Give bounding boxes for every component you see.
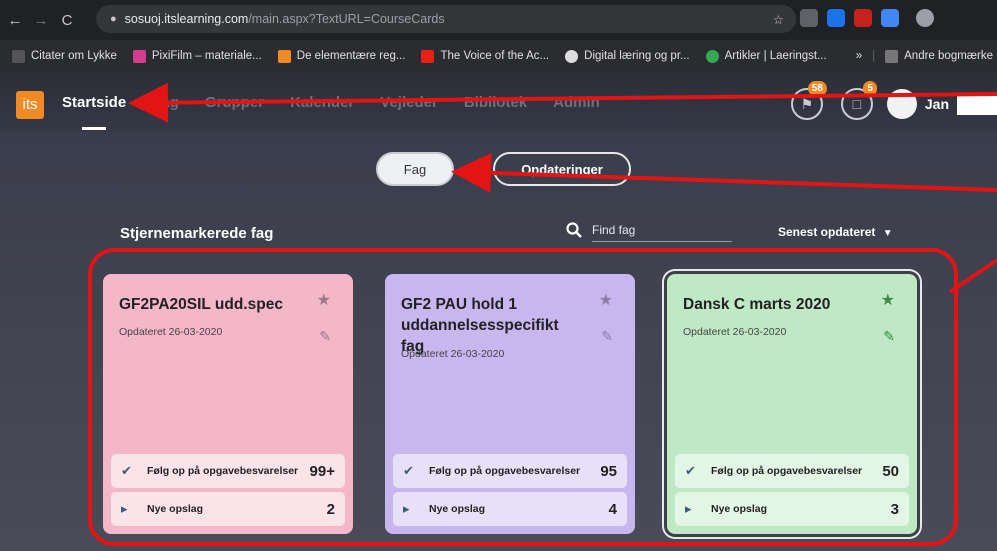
- annotation-arrow: [451, 152, 997, 193]
- annotation-arrows: [128, 82, 997, 294]
- annotation-arrow: [948, 258, 997, 294]
- annotation-arrow: [128, 82, 997, 123]
